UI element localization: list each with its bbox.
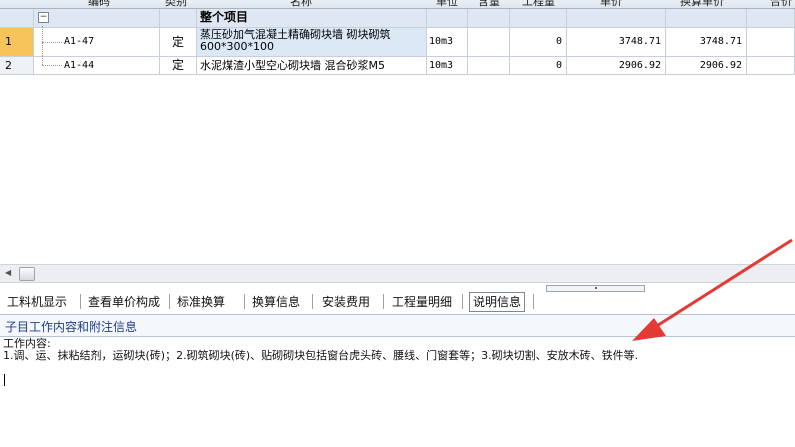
- bottom-tab-bar: 工料机显示 查看单价构成 标准换算 换算信息 安装费用 工程量明细 说明信息: [0, 291, 795, 313]
- description-text-area[interactable]: 工作内容: 1.调、运、抹粘结剂，运砌块(砖)；2.砌筑砌块(砖)、贴砌砌块包括…: [3, 338, 791, 362]
- tab-standard-conversion[interactable]: 标准换算: [177, 293, 225, 311]
- header-total[interactable]: 合价: [770, 0, 792, 9]
- row-conv-price: 3748.71: [666, 28, 747, 56]
- row-content[interactable]: [468, 28, 510, 56]
- tab-description-info[interactable]: 说明信息: [469, 292, 526, 312]
- tab-labor-material-machine[interactable]: 工料机显示: [7, 293, 67, 311]
- panel-header: 子目工作内容和附注信息: [0, 314, 795, 337]
- text-cursor: [4, 374, 5, 386]
- header-price[interactable]: 单价: [600, 0, 622, 9]
- row-code[interactable]: A1-47: [64, 36, 94, 47]
- row-number[interactable]: 1: [0, 28, 34, 56]
- panel-title: 子目工作内容和附注信息: [5, 320, 138, 334]
- work-content-text: 1.调、运、抹粘结剂，运砌块(砖)；2.砌筑砌块(砖)、贴砌砌块包括窗台虎头砖、…: [3, 349, 639, 362]
- row-code[interactable]: A1-44: [64, 60, 94, 71]
- header-unit[interactable]: 单位: [436, 0, 458, 9]
- header-conv-price[interactable]: 换算单价: [680, 0, 724, 9]
- tab-quantity-detail[interactable]: 工程量明细: [392, 293, 452, 311]
- row-conv-price: 2906.92: [666, 57, 747, 74]
- row-unit: 10m3: [427, 28, 468, 56]
- row-content[interactable]: [468, 57, 510, 74]
- header-content[interactable]: 含量: [478, 0, 500, 9]
- header-name[interactable]: 名称: [290, 0, 312, 9]
- tab-unit-price-composition[interactable]: 查看单价构成: [88, 293, 160, 311]
- header-type[interactable]: 类别: [165, 0, 187, 9]
- scroll-thumb[interactable]: [19, 267, 35, 281]
- horizontal-scrollbar[interactable]: ◀: [0, 264, 795, 283]
- grid-header: 编码 类别 名称 单位 含量 工程量 单价 换算单价 合价: [0, 0, 795, 9]
- row-type: 定: [160, 28, 197, 56]
- table-row[interactable]: 2 A1-44 定 水泥煤渣小型空心砌块墙 混合砂浆M5 10m3 0 2906…: [0, 55, 795, 75]
- header-qty[interactable]: 工程量: [522, 0, 555, 9]
- row-qty[interactable]: 0: [510, 28, 567, 56]
- row-price: 2906.92: [567, 57, 666, 74]
- tab-installation-fee[interactable]: 安装费用: [322, 293, 370, 311]
- tab-conversion-info[interactable]: 换算信息: [252, 293, 300, 311]
- row-price: 3748.71: [567, 28, 666, 56]
- row-qty[interactable]: 0: [510, 57, 567, 74]
- row-unit: 10m3: [427, 57, 468, 74]
- group-title: 整个项目: [197, 9, 427, 27]
- row-number[interactable]: 2: [0, 57, 34, 74]
- scroll-left-icon[interactable]: ◀: [5, 268, 11, 277]
- row-name[interactable]: 水泥煤渣小型空心砌块墙 混合砂浆M5: [197, 57, 427, 74]
- row-name[interactable]: 蒸压砂加气混凝土精确砌块墙 砌块砌筑 600*300*100: [197, 28, 427, 56]
- collapse-toggle[interactable]: −: [38, 12, 49, 23]
- table-row[interactable]: 1 A1-47 定 蒸压砂加气混凝土精确砌块墙 砌块砌筑 600*300*100…: [0, 26, 795, 57]
- row-type: 定: [160, 57, 197, 74]
- group-row[interactable]: − 整个项目: [0, 9, 795, 28]
- header-code[interactable]: 编码: [88, 0, 110, 9]
